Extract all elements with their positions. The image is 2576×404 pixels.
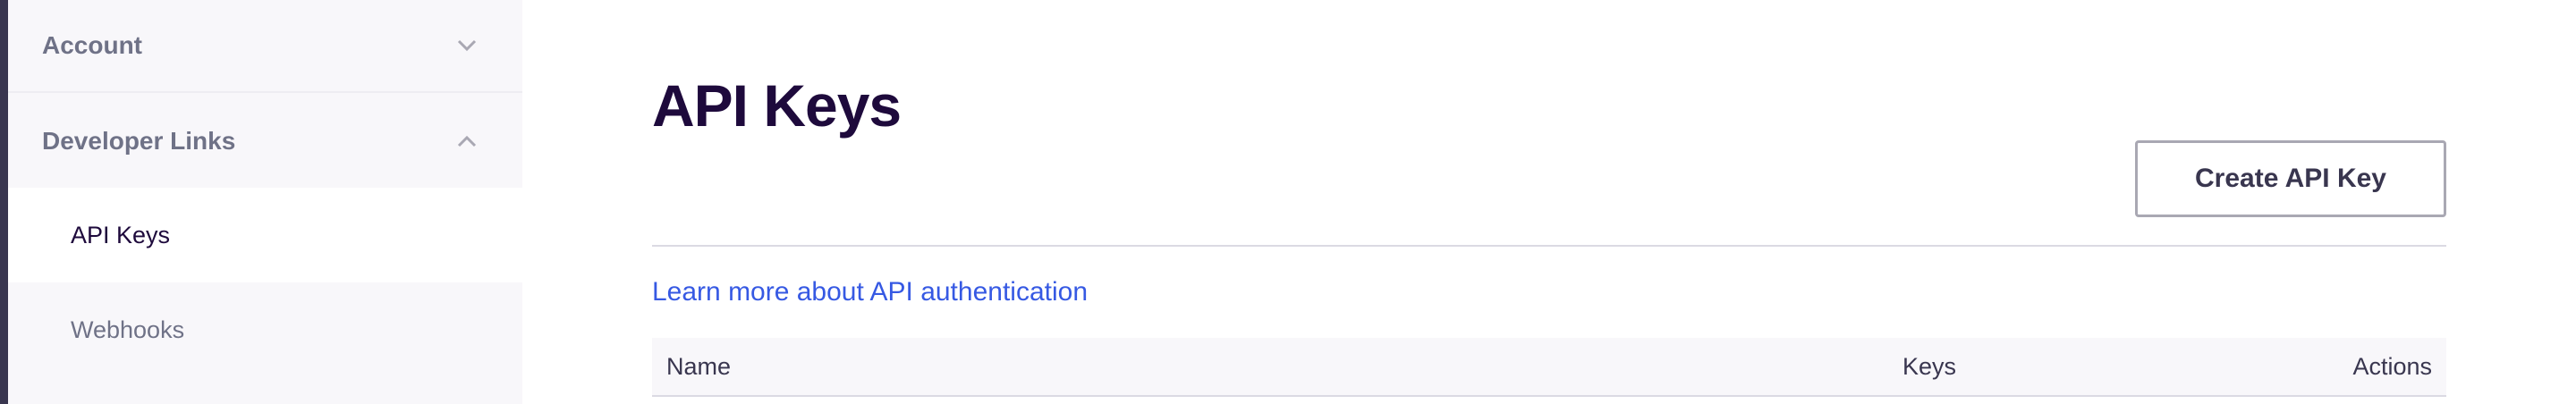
create-api-key-button[interactable]: Create API Key (2135, 140, 2446, 217)
chevron-up-icon (456, 130, 478, 152)
column-header-actions: Actions (2352, 353, 2432, 380)
column-header-keys: Keys (1902, 353, 1957, 380)
sidebar-item-api-keys[interactable]: API Keys (8, 188, 522, 282)
sidebar: Account Developer Links API Keys Webhook… (8, 0, 522, 404)
sidebar-section-developer-links[interactable]: Developer Links (8, 95, 522, 188)
sidebar-item-webhooks[interactable]: Webhooks (8, 282, 522, 377)
sidebar-item-label: Webhooks (71, 316, 185, 343)
chevron-down-icon (456, 35, 478, 56)
page-title: API Keys (652, 72, 902, 139)
main-content: API Keys Create API Key Learn more about… (652, 0, 2446, 404)
sidebar-section-label: Account (42, 31, 142, 59)
table-header: Name Keys Actions (652, 338, 2446, 397)
divider (652, 245, 2446, 247)
learn-more-link[interactable]: Learn more about API authentication (652, 277, 1088, 307)
left-edge-bar (0, 0, 8, 404)
sidebar-section-label: Developer Links (42, 127, 236, 155)
app-page: Account Developer Links API Keys Webhook… (0, 0, 2576, 404)
column-header-name: Name (666, 353, 732, 380)
sidebar-item-label: API Keys (71, 221, 171, 248)
sidebar-section-account[interactable]: Account (8, 0, 522, 93)
